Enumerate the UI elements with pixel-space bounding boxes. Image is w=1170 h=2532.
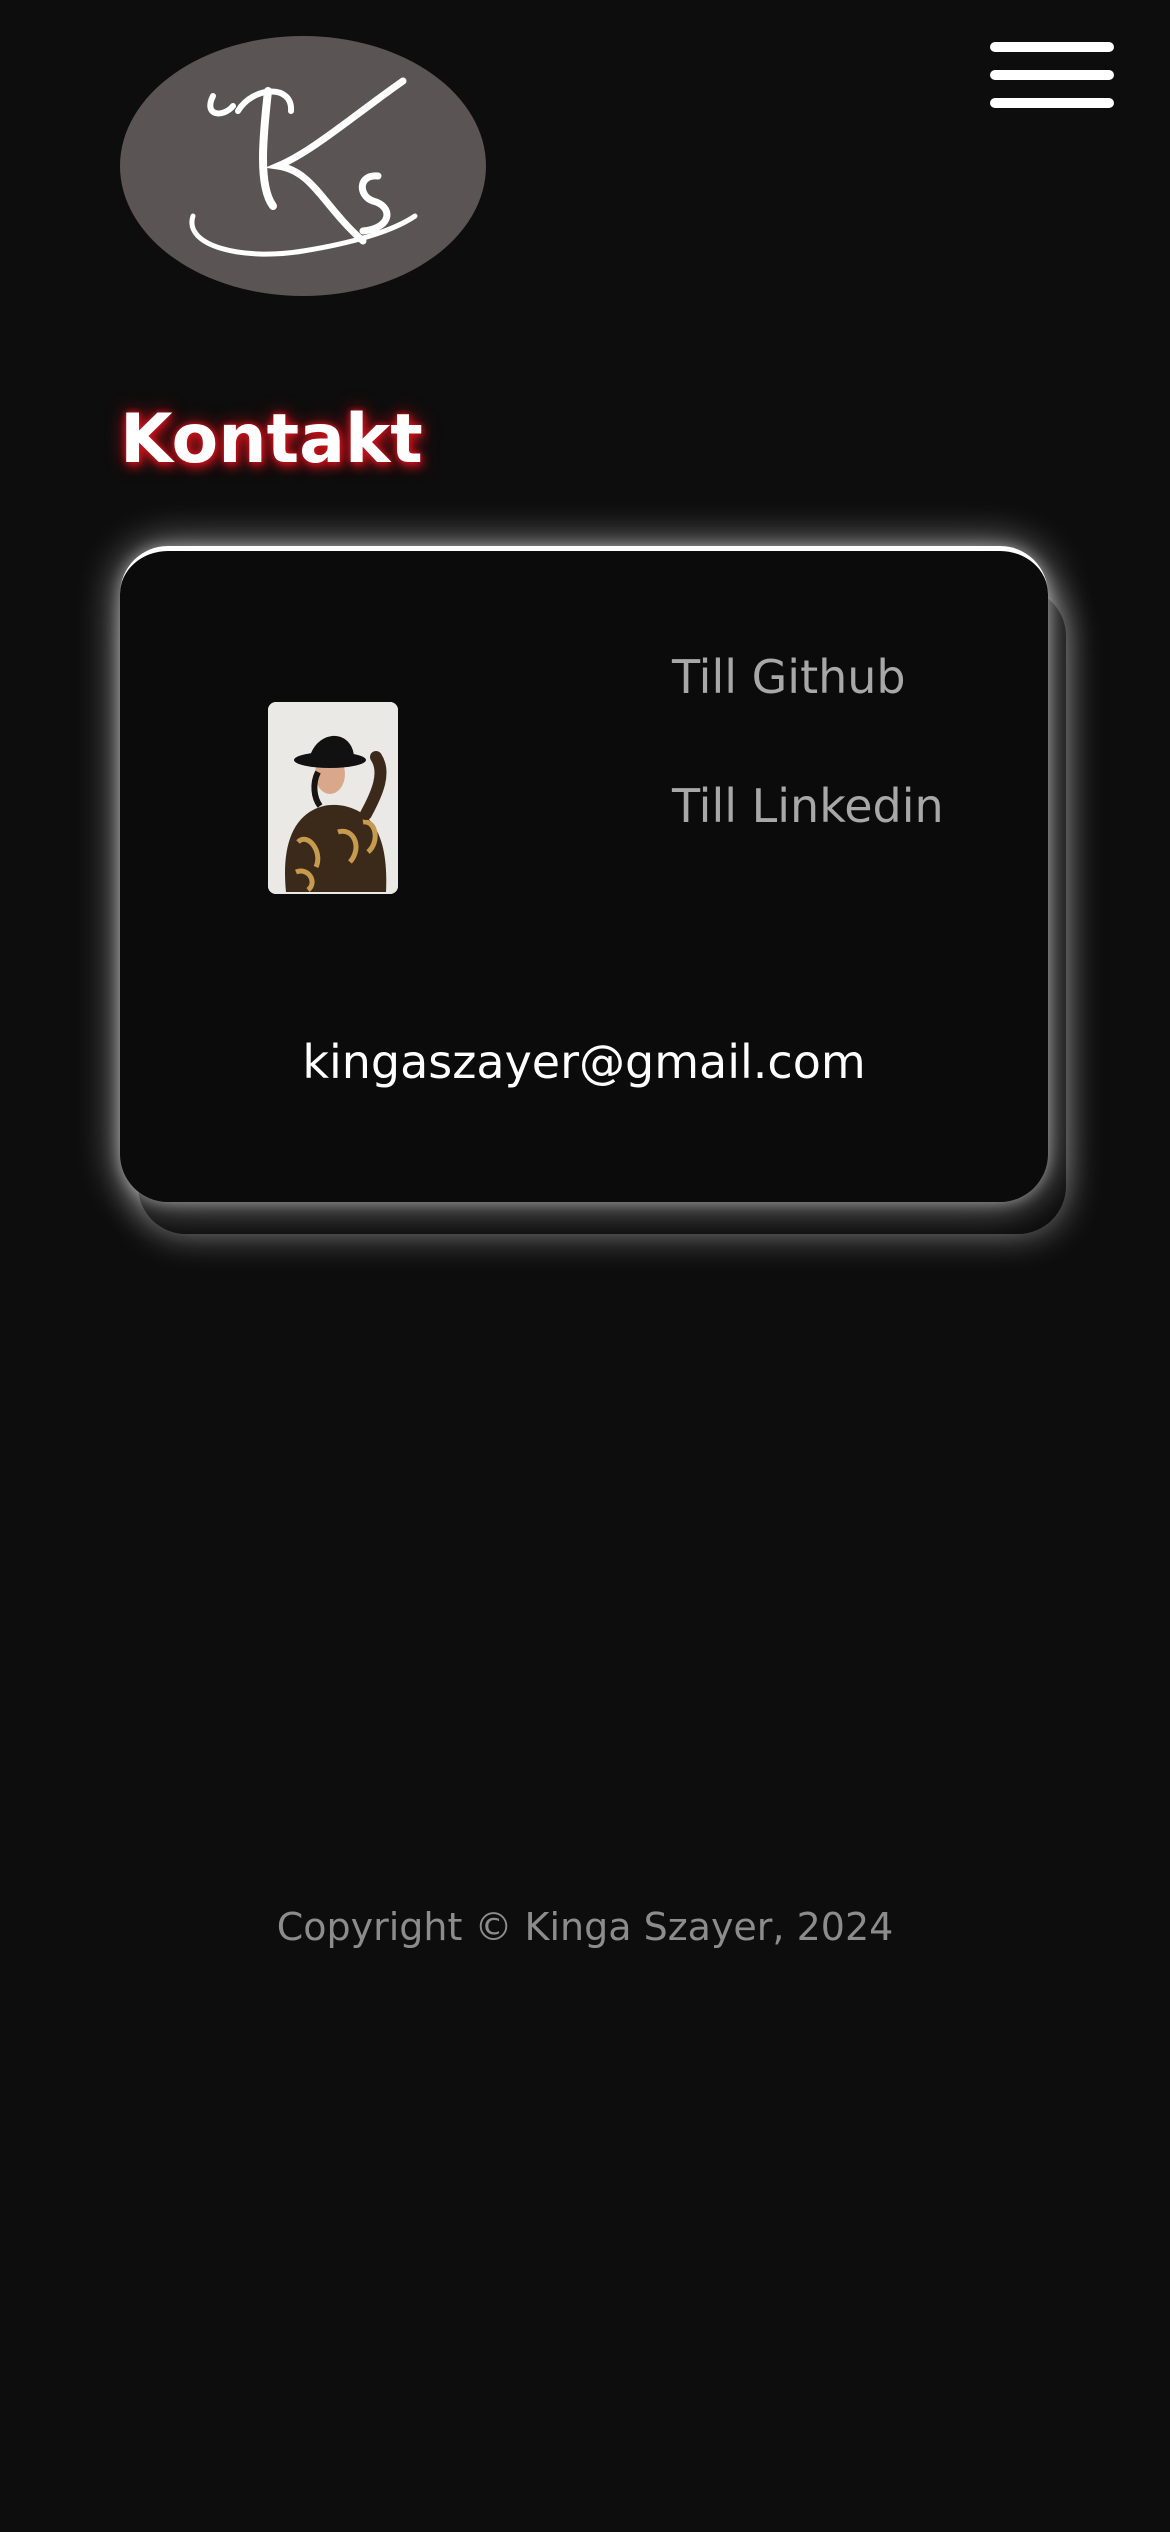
footer-copyright: Copyright © Kinga Szayer, 2024 [276, 1905, 894, 1949]
linkedin-link[interactable]: Till Linkedin [672, 776, 944, 836]
profile-photo [268, 702, 398, 894]
hamburger-menu-icon [990, 42, 1114, 52]
contact-card: Till Github Till Linkedin kingaszayer@gm… [120, 546, 1048, 1202]
hamburger-menu-icon-bar [990, 70, 1114, 80]
github-link[interactable]: Till Github [672, 647, 906, 707]
logo-monogram [189, 77, 418, 257]
menu-button[interactable] [988, 38, 1118, 128]
page-title: Kontakt [120, 400, 423, 479]
hamburger-menu-icon-bar [990, 98, 1114, 108]
logo[interactable] [120, 36, 486, 296]
email-link[interactable]: kingaszayer@gmail.com [120, 1032, 1048, 1092]
